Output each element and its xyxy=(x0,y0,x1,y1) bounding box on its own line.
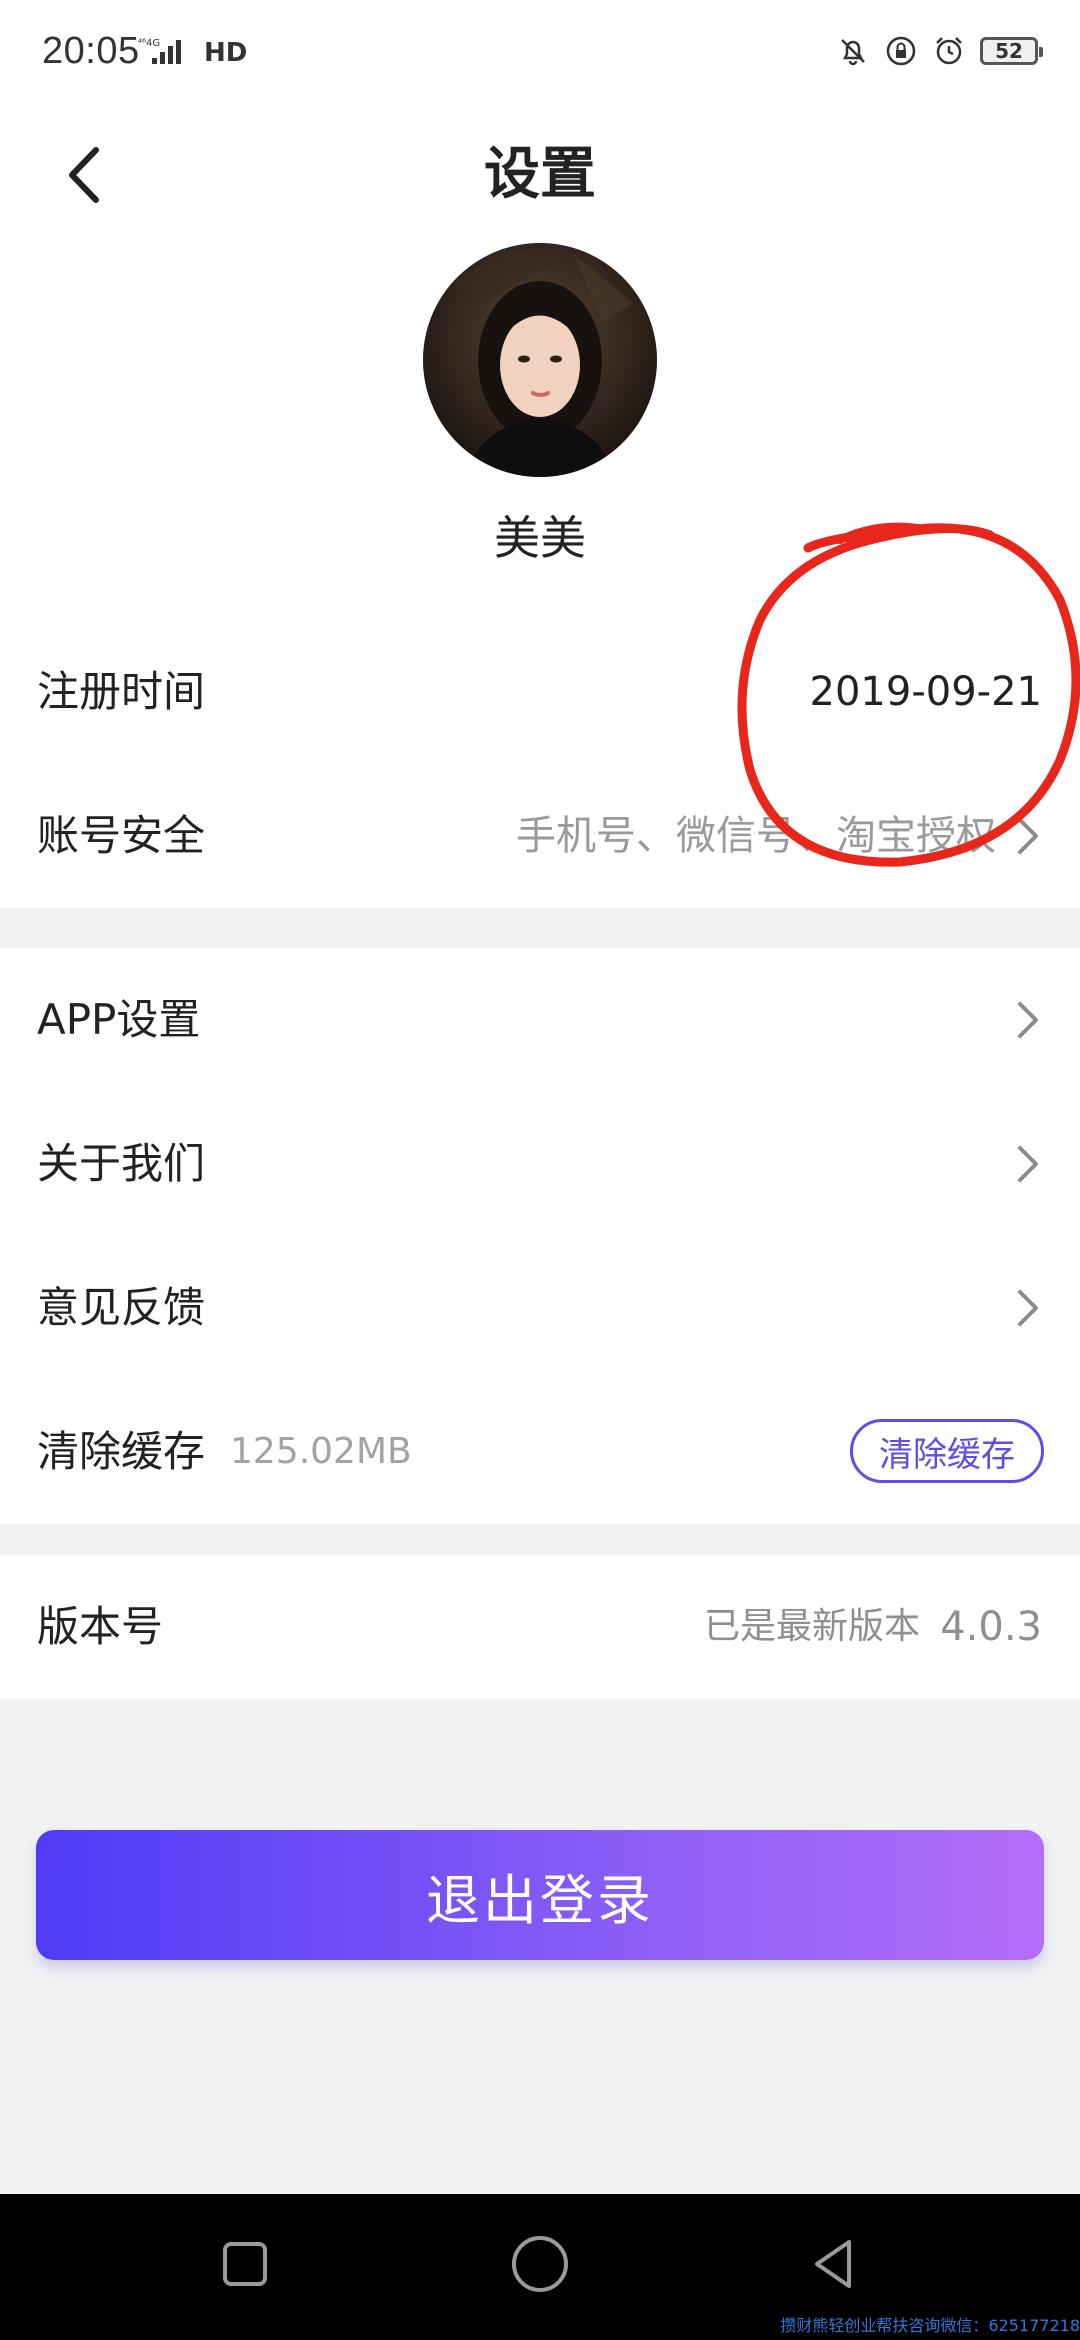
back-nav-button[interactable] xyxy=(790,2224,880,2304)
settings-group: APP设置 关于我们 意见反馈 清除缓存 125.02MB 清除缓存 xyxy=(0,948,1080,1524)
feedback-row[interactable]: 意见反馈 xyxy=(0,1236,1080,1380)
avatar-image xyxy=(423,243,657,477)
chevron-right-icon xyxy=(1018,1002,1038,1038)
account-security-label: 账号安全 xyxy=(37,811,206,860)
settings-screen: 20:05 ⁴⁶4G HD 52 设置 美美 注册时间 2019-09-21 账… xyxy=(0,0,1080,2340)
account-group: 注册时间 2019-09-21 账号安全 手机号、微信号、淘宝授权 xyxy=(0,620,1080,908)
signal-icon: ⁴⁶4G xyxy=(138,36,198,71)
app-settings-row[interactable]: APP设置 xyxy=(0,948,1080,1092)
recent-apps-button[interactable] xyxy=(200,2224,290,2304)
version-row: 版本号 已是最新版本 4.0.3 xyxy=(0,1555,1080,1699)
register-time-row: 注册时间 2019-09-21 xyxy=(0,620,1080,764)
chevron-right-icon xyxy=(1018,1146,1038,1182)
version-label: 版本号 xyxy=(37,1602,164,1651)
chevron-right-icon xyxy=(1018,818,1038,854)
triangle-back-icon xyxy=(815,2240,851,2288)
chevron-right-icon xyxy=(1018,1290,1038,1326)
alarm-icon xyxy=(932,34,966,68)
square-icon xyxy=(223,2242,267,2286)
home-button[interactable] xyxy=(495,2224,585,2304)
status-time: 20:05 xyxy=(42,30,140,72)
register-time-label: 注册时间 xyxy=(37,667,206,716)
clear-cache-label: 清除缓存 xyxy=(37,1427,206,1476)
clear-cache-row: 清除缓存 125.02MB 清除缓存 xyxy=(0,1380,1080,1524)
about-us-label: 关于我们 xyxy=(37,1139,206,1188)
lock-rotation-icon xyxy=(884,34,918,68)
about-us-row[interactable]: 关于我们 xyxy=(0,1092,1080,1236)
page-title: 设置 xyxy=(484,142,596,207)
register-time-value: 2019-09-21 xyxy=(809,669,1042,715)
version-number: 4.0.3 xyxy=(940,1604,1042,1650)
clear-cache-button[interactable]: 清除缓存 xyxy=(850,1419,1044,1483)
circle-icon xyxy=(512,2236,568,2292)
account-security-row[interactable]: 账号安全 手机号、微信号、淘宝授权 xyxy=(0,764,1080,908)
app-settings-label: APP设置 xyxy=(37,995,201,1044)
watermark-text: 攒财熊轻创业帮扶咨询微信：625177218 xyxy=(780,2316,1080,2335)
cache-size: 125.02MB xyxy=(230,1431,412,1472)
avatar[interactable] xyxy=(423,243,657,477)
svg-text:⁴⁶4G: ⁴⁶4G xyxy=(138,38,160,49)
username: 美美 xyxy=(494,511,586,565)
logout-button[interactable]: 退出登录 xyxy=(36,1830,1044,1960)
account-security-value: 手机号、微信号、淘宝授权 xyxy=(516,813,996,859)
navigation-bar: 攒财熊轻创业帮扶咨询微信：625177218 xyxy=(0,2194,1080,2340)
version-status: 已是最新版本 xyxy=(703,1606,920,1647)
hd-icon: HD xyxy=(204,38,248,68)
battery-indicator: 52 xyxy=(980,37,1043,65)
bell-muted-icon xyxy=(836,34,870,68)
feedback-label: 意见反馈 xyxy=(37,1283,206,1332)
status-icons: 52 xyxy=(836,34,1043,68)
status-bar: 20:05 ⁴⁶4G HD 52 xyxy=(0,0,1080,110)
header: 设置 xyxy=(0,110,1080,240)
profile-section: 美美 xyxy=(0,240,1080,620)
version-group: 版本号 已是最新版本 4.0.3 xyxy=(0,1555,1080,1699)
